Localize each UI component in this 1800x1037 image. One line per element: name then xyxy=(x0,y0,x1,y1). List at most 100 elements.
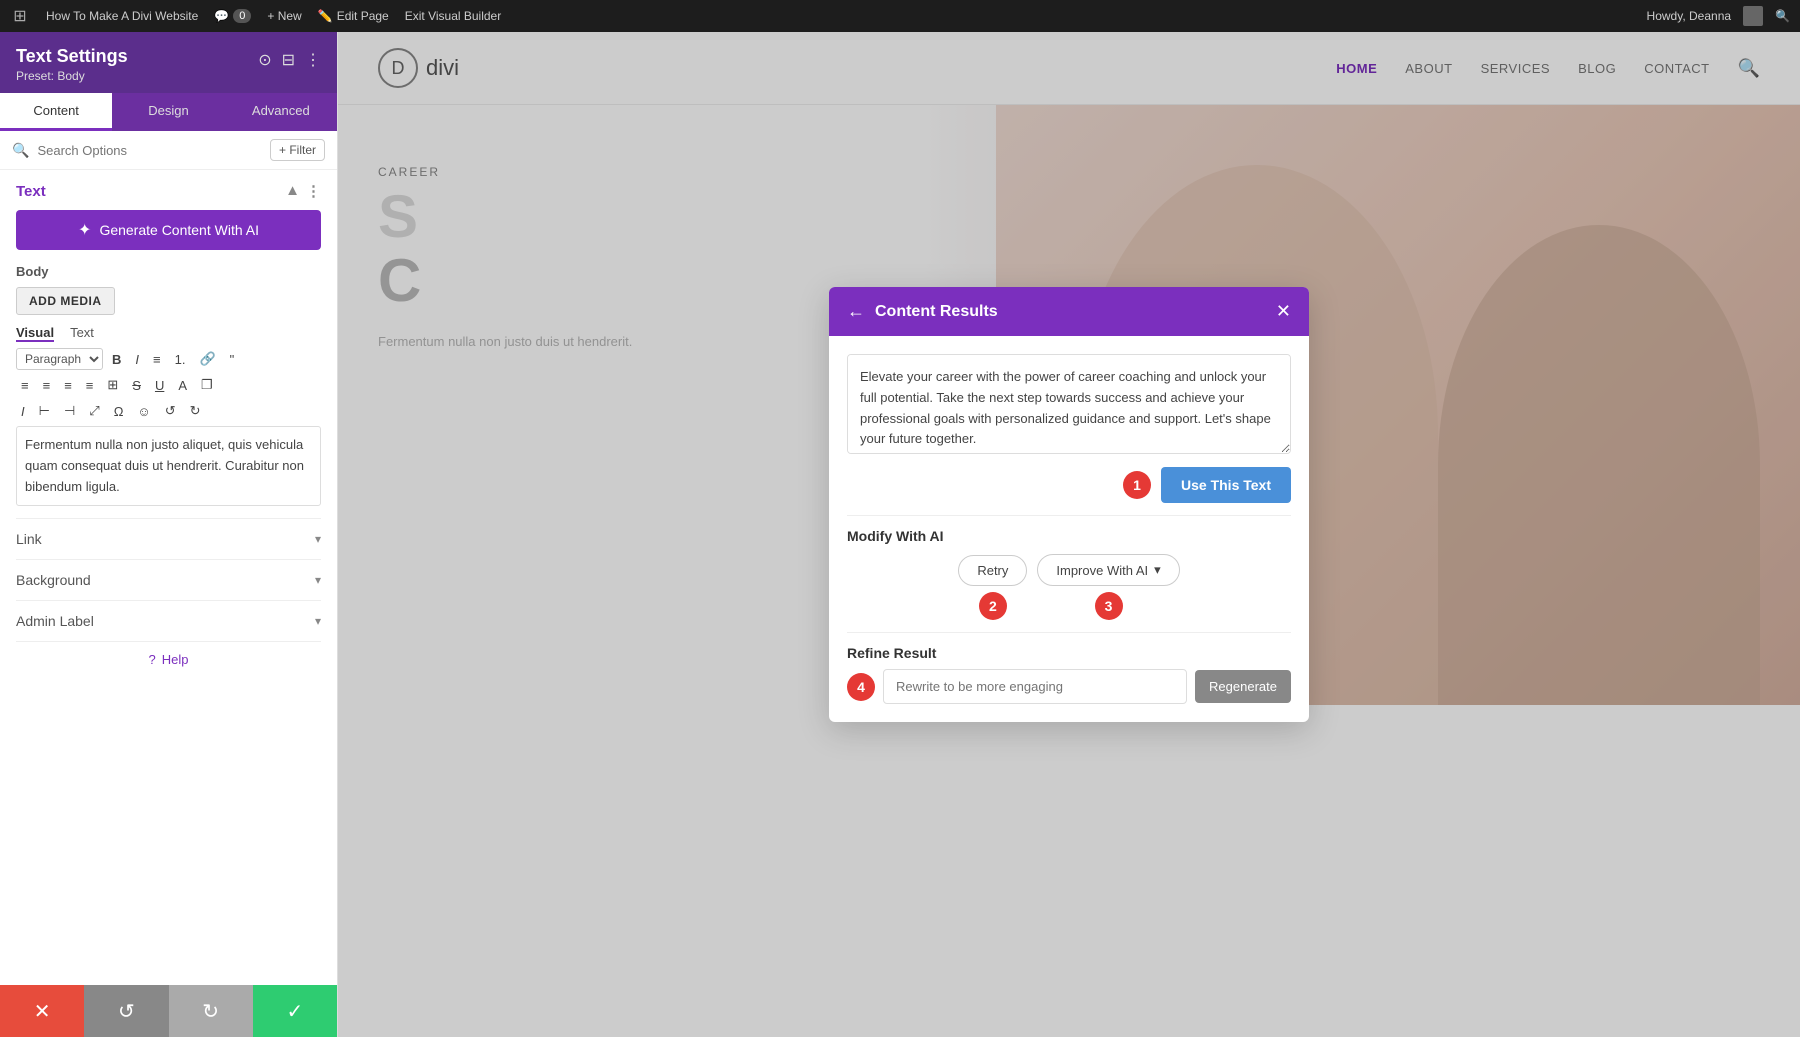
edit-page-link[interactable]: ✏️ Edit Page xyxy=(318,9,389,23)
regenerate-button[interactable]: Regenerate xyxy=(1195,670,1291,703)
toolbar-row-1: Paragraph B I ≡ 1. 🔗 " xyxy=(16,348,321,370)
improve-with-ai-button[interactable]: Improve With AI ▾ xyxy=(1037,554,1179,586)
strikethrough-button[interactable]: S xyxy=(127,375,146,396)
admin-label-section[interactable]: Admin Label ▾ xyxy=(16,600,321,641)
cancel-icon: ✕ xyxy=(34,999,51,1024)
tab-content[interactable]: Content xyxy=(0,93,112,131)
wp-logo-icon[interactable]: ⊞ xyxy=(10,6,30,26)
user-avatar[interactable] xyxy=(1743,6,1763,26)
confirm-button[interactable]: ✓ xyxy=(253,985,337,1037)
table-button[interactable]: ⊞ xyxy=(102,374,123,396)
ai-icon: ✦ xyxy=(78,220,91,240)
new-post-link[interactable]: + New xyxy=(267,9,301,23)
modify-row: Retry 2 Improve With AI ▾ 3 xyxy=(847,554,1291,620)
link-button[interactable]: 🔗 xyxy=(194,348,220,370)
bold-button[interactable]: B xyxy=(107,349,126,370)
confirm-icon: ✓ xyxy=(286,999,303,1024)
modal-back-icon[interactable]: ← xyxy=(847,301,865,322)
user-greeting: Howdy, Deanna xyxy=(1647,9,1732,23)
emoji-button[interactable]: ☺ xyxy=(132,401,155,422)
more-icon[interactable]: ⋮ xyxy=(305,50,321,70)
generated-text-area[interactable] xyxy=(847,354,1291,454)
align-center-button[interactable]: ≡ xyxy=(38,375,56,396)
sidebar-header: Text Settings Preset: Body ⊙ ⊟ ⋮ xyxy=(0,32,337,93)
sidebar-search: 🔍 + Filter xyxy=(0,131,337,170)
website-preview: D divi HOME ABOUT SERVICES BLOG CONTACT … xyxy=(338,32,1800,1037)
undo-button[interactable]: ↺ xyxy=(160,400,181,422)
ai-generate-button[interactable]: ✦ Generate Content With AI xyxy=(16,210,321,250)
settings-icon[interactable]: ⊙ xyxy=(258,50,271,70)
redo-button[interactable]: ↻ xyxy=(185,400,206,422)
sidebar: Text Settings Preset: Body ⊙ ⊟ ⋮ Content… xyxy=(0,32,338,1037)
omega-button[interactable]: Ω xyxy=(109,401,129,422)
admin-label-section-label: Admin Label xyxy=(16,613,94,629)
text-tab[interactable]: Text xyxy=(70,325,94,342)
comment-icon[interactable]: 💬 0 xyxy=(214,9,251,23)
section-menu-icon[interactable]: ⋮ xyxy=(306,182,321,200)
badge-4: 4 xyxy=(847,673,875,701)
outdent-button[interactable]: ⊣ xyxy=(59,400,80,422)
badge-3: 3 xyxy=(1095,592,1123,620)
help-row[interactable]: ? Help xyxy=(16,641,321,677)
refine-row-wrapper: 4 Regenerate xyxy=(847,669,1291,704)
sidebar-bottom-bar: ✕ ↺ ↻ ✓ xyxy=(0,985,337,1037)
retry-wrapper: Retry 2 xyxy=(958,555,1027,620)
undo-history-button[interactable]: ↺ xyxy=(84,985,168,1037)
align-right-button[interactable]: ≡ xyxy=(59,375,77,396)
tab-advanced[interactable]: Advanced xyxy=(225,93,337,131)
help-icon: ? xyxy=(149,652,156,667)
sidebar-tabs: Content Design Advanced xyxy=(0,93,337,131)
editor-tabs: Visual Text xyxy=(16,325,321,342)
divider-2 xyxy=(847,632,1291,633)
exit-builder-link[interactable]: Exit Visual Builder xyxy=(405,9,502,23)
filter-button[interactable]: + Filter xyxy=(270,139,325,161)
search-icon[interactable]: 🔍 xyxy=(1775,9,1790,23)
align-left-button[interactable]: ≡ xyxy=(16,375,34,396)
collapse-icon[interactable]: ▲ xyxy=(285,182,300,200)
tab-design[interactable]: Design xyxy=(112,93,224,131)
ordered-list-button[interactable]: 1. xyxy=(170,349,191,370)
unordered-list-button[interactable]: ≡ xyxy=(148,349,166,370)
toolbar-row-2: ≡ ≡ ≡ ≡ ⊞ S U A ❐ xyxy=(16,374,321,396)
body-label: Body xyxy=(16,264,321,279)
text-color-button[interactable]: A xyxy=(173,375,192,396)
paragraph-select[interactable]: Paragraph xyxy=(16,348,103,370)
use-this-text-button[interactable]: Use This Text xyxy=(1161,467,1291,503)
search-options-input[interactable] xyxy=(37,143,262,158)
underline-button[interactable]: U xyxy=(150,375,169,396)
modal-header-left: ← Content Results xyxy=(847,301,998,322)
background-section[interactable]: Background ▾ xyxy=(16,559,321,600)
italic2-button[interactable]: I xyxy=(16,401,30,422)
copy-format-button[interactable]: ❐ xyxy=(196,374,218,396)
link-section[interactable]: Link ▾ xyxy=(16,518,321,559)
improve-chevron-icon: ▾ xyxy=(1154,562,1161,578)
indent-button[interactable]: ⊢ xyxy=(34,400,55,422)
background-chevron-icon: ▾ xyxy=(315,573,321,587)
sidebar-content: Text ▲ ⋮ ✦ Generate Content With AI Body… xyxy=(0,170,337,985)
admin-label-chevron-icon: ▾ xyxy=(315,614,321,628)
badge-2: 2 xyxy=(979,592,1007,620)
modal-title: Content Results xyxy=(875,303,998,321)
text-section-label: Text xyxy=(16,183,46,200)
sidebar-preset[interactable]: Preset: Body xyxy=(16,69,128,83)
italic-button[interactable]: I xyxy=(130,349,144,370)
divider-1 xyxy=(847,515,1291,516)
content-results-modal: ← Content Results ✕ 1 Use This Text xyxy=(829,287,1309,722)
site-name[interactable]: How To Make A Divi Website xyxy=(46,9,198,23)
search-options-icon: 🔍 xyxy=(12,142,29,159)
quote-button[interactable]: " xyxy=(225,349,240,370)
add-media-button[interactable]: ADD MEDIA xyxy=(16,287,115,315)
align-justify-button[interactable]: ≡ xyxy=(81,375,99,396)
refine-input[interactable] xyxy=(883,669,1187,704)
redo-history-button[interactable]: ↻ xyxy=(169,985,253,1037)
modal-overlay: ← Content Results ✕ 1 Use This Text xyxy=(338,32,1800,1037)
toolbar-row-3: I ⊢ ⊣ ⤢ Ω ☺ ↺ ↻ xyxy=(16,400,321,422)
retry-button[interactable]: Retry xyxy=(958,555,1027,586)
editor-content-area[interactable]: Fermentum nulla non justo aliquet, quis … xyxy=(16,426,321,506)
link-chevron-icon: ▾ xyxy=(315,532,321,546)
modal-close-button[interactable]: ✕ xyxy=(1276,301,1291,322)
layout-icon[interactable]: ⊟ xyxy=(282,50,295,70)
visual-tab[interactable]: Visual xyxy=(16,325,54,342)
resize-button[interactable]: ⤢ xyxy=(84,400,104,422)
cancel-button[interactable]: ✕ xyxy=(0,985,84,1037)
